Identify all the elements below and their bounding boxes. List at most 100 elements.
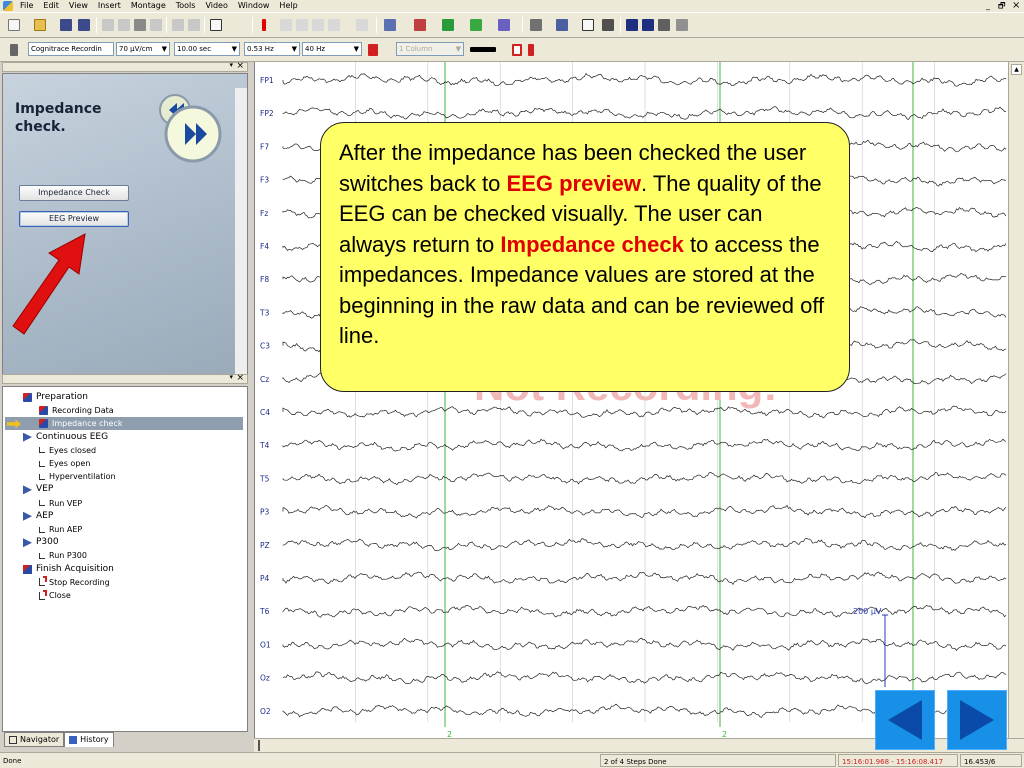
menu-insert[interactable]: Insert	[93, 0, 126, 12]
menu-edit[interactable]: Edit	[38, 0, 64, 12]
impedance-check-button[interactable]: Impedance Check	[19, 185, 129, 201]
montage-icon[interactable]	[384, 19, 396, 31]
cross-icon[interactable]	[356, 19, 368, 31]
electrode-icon[interactable]	[296, 19, 308, 31]
open-folder-icon[interactable]	[34, 19, 46, 31]
notch-filter-icon[interactable]	[368, 44, 378, 56]
scroll-up-icon[interactable]: ▲	[1011, 64, 1022, 75]
menu-window[interactable]: Window	[233, 0, 275, 12]
check-icon[interactable]	[528, 44, 534, 56]
pin-icon[interactable]: ▾	[229, 373, 233, 381]
navigator-item[interactable]: P300	[23, 536, 59, 549]
navigator-item[interactable]: Eyes open	[39, 457, 90, 470]
redo-icon[interactable]	[188, 19, 200, 31]
split-icon[interactable]	[642, 19, 654, 31]
channel-label[interactable]: C4	[260, 408, 270, 417]
navigator-item[interactable]: Continuous EEG	[23, 431, 108, 444]
calibrate-icon[interactable]	[312, 19, 324, 31]
navigator-item[interactable]: Recording Data	[39, 404, 114, 417]
channel-label[interactable]: F3	[260, 176, 269, 185]
channel-label[interactable]: P3	[260, 508, 270, 517]
keyboard-icon[interactable]	[676, 19, 688, 31]
grip-icon[interactable]	[10, 44, 18, 56]
vertical-scrollbar[interactable]: ▲	[1008, 62, 1024, 738]
save-all-icon[interactable]	[78, 19, 90, 31]
navigator-item[interactable]: Eyes closed	[39, 444, 96, 457]
pin-icon[interactable]: ▾	[229, 61, 233, 69]
impedance-icon[interactable]	[280, 19, 292, 31]
paste-icon[interactable]	[134, 19, 146, 31]
navigator-item[interactable]: Hyperventilation	[39, 470, 116, 483]
report-icon[interactable]	[556, 19, 568, 31]
scroll-thumb[interactable]	[258, 740, 260, 751]
trace-color-swatch[interactable]	[470, 47, 496, 52]
timebase-select[interactable]: 10.00 sec ▼	[174, 42, 240, 56]
event-icon[interactable]	[442, 19, 454, 31]
navigator-item[interactable]: Close	[39, 589, 71, 602]
layout-icon[interactable]	[658, 19, 670, 31]
channel-label[interactable]: T6	[259, 607, 270, 616]
tab-navigator[interactable]: Navigator	[4, 732, 65, 747]
app-icon[interactable]	[3, 1, 13, 11]
eeg-preview-button[interactable]: EEG Preview	[19, 211, 129, 227]
close-button[interactable]: ×	[1012, 1, 1020, 11]
channel-label[interactable]: Cz	[260, 375, 269, 384]
video-icon[interactable]	[530, 19, 542, 31]
navigator-item[interactable]: Run AEP	[39, 523, 82, 536]
navigator-item[interactable]: Stop Recording	[39, 576, 110, 589]
save-icon[interactable]	[60, 19, 72, 31]
filter-icon[interactable]	[328, 19, 340, 31]
channel-label[interactable]: F7	[260, 142, 269, 151]
channel-label[interactable]: T3	[259, 308, 270, 317]
channel-label[interactable]: Oz	[260, 674, 270, 683]
document-icon[interactable]	[582, 19, 594, 31]
channel-label[interactable]: O2	[260, 707, 271, 716]
channel-label[interactable]: O1	[260, 640, 271, 649]
restore-button[interactable]: 🗗	[998, 1, 1006, 11]
recording-select[interactable]: Cognitrace Recordin	[28, 42, 114, 56]
window-icon[interactable]	[626, 19, 638, 31]
menu-tools[interactable]: Tools	[171, 0, 201, 12]
highpass-select[interactable]: 40 Hz ▼	[302, 42, 362, 56]
channel-label[interactable]: FP1	[260, 76, 274, 85]
menu-help[interactable]: Help	[274, 0, 302, 12]
navigator-item[interactable]: VEP	[23, 483, 53, 496]
previous-slide-button[interactable]	[875, 690, 935, 750]
undo-icon[interactable]	[172, 19, 184, 31]
columns-icon[interactable]	[470, 19, 482, 31]
menu-montage[interactable]: Montage	[126, 0, 171, 12]
channel-label[interactable]: P4	[260, 574, 270, 583]
close-icon[interactable]: ×	[236, 373, 244, 383]
align-icon[interactable]	[498, 19, 510, 31]
channel-label[interactable]: T4	[259, 441, 270, 450]
lowpass-select[interactable]: 0.53 Hz ▼	[244, 42, 300, 56]
sensitivity-select[interactable]: 70 µV/cm ▼	[116, 42, 170, 56]
channel-label[interactable]: F4	[260, 242, 269, 251]
tab-history[interactable]: History	[64, 732, 114, 747]
navigator-item[interactable]: Impedance check	[5, 417, 243, 431]
record-icon[interactable]	[512, 44, 522, 56]
copy-icon[interactable]	[118, 19, 130, 31]
channel-label[interactable]: C3	[260, 342, 270, 351]
marker-icon[interactable]	[414, 19, 426, 31]
navigator-item[interactable]: Finish Acquisition	[23, 563, 114, 576]
channel-label[interactable]: Fz	[260, 209, 268, 218]
help-icon[interactable]	[210, 19, 222, 31]
menu-file[interactable]: File	[15, 0, 38, 12]
wizard-scrollbar[interactable]	[235, 88, 247, 374]
layout-select[interactable]: 1 Column ▼	[396, 42, 464, 56]
next-slide-button[interactable]	[947, 690, 1007, 750]
navigator-item[interactable]: Preparation	[23, 391, 88, 404]
navigator-item[interactable]: Run VEP	[39, 497, 82, 510]
fullscreen-icon[interactable]	[602, 19, 614, 31]
print-icon[interactable]	[150, 19, 162, 31]
navigator-item[interactable]: Run P300	[39, 549, 87, 562]
cut-icon[interactable]	[102, 19, 114, 31]
close-icon[interactable]: ×	[236, 61, 244, 71]
menu-view[interactable]: View	[64, 0, 93, 12]
navigator-item[interactable]: AEP	[23, 510, 53, 523]
wizard-nav-icon[interactable]	[157, 94, 223, 164]
new-file-icon[interactable]	[8, 19, 20, 31]
menu-video[interactable]: Video	[200, 0, 232, 12]
channel-label[interactable]: F8	[260, 275, 269, 284]
